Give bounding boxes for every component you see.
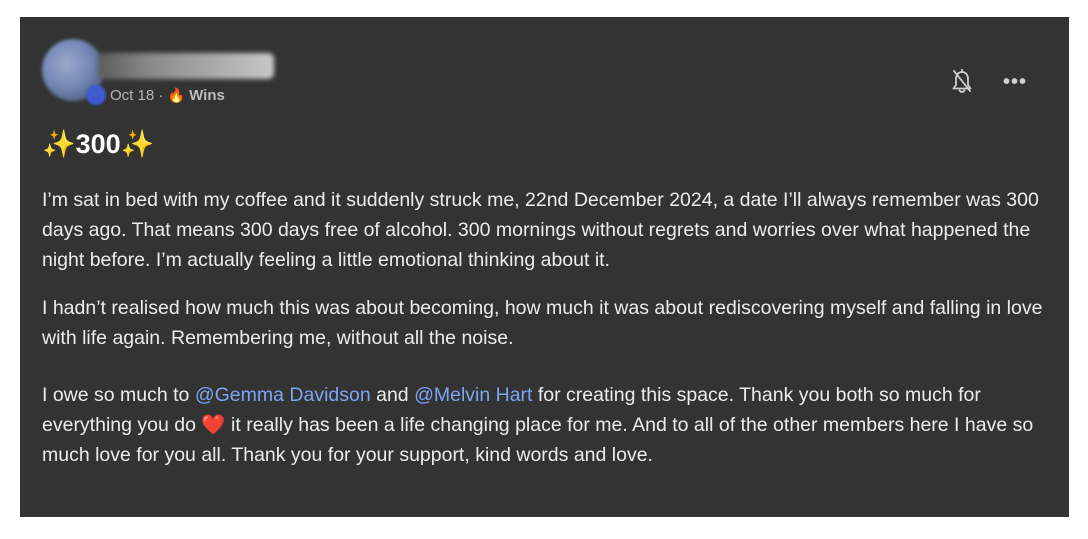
post-paragraph: I hadn’t realised how much this was abou… xyxy=(42,297,1043,349)
post-paragraph: I’m sat in bed with my coffee and it sud… xyxy=(42,189,1039,271)
more-options-icon[interactable]: ••• xyxy=(1003,72,1027,92)
header-actions: ••• xyxy=(951,69,1027,95)
post-category[interactable]: Wins xyxy=(189,87,225,104)
post-header: Oct 18 · 🔥 Wins ••• xyxy=(42,39,1047,109)
post-card: Oct 18 · 🔥 Wins ••• ✨300✨ I’m sat in bed… xyxy=(20,17,1069,517)
mention-link[interactable]: @Melvin Hart xyxy=(414,384,532,406)
heart-icon: ❤️ xyxy=(201,414,226,436)
paragraph-text: I owe so much to xyxy=(42,384,195,406)
post-body: I’m sat in bed with my coffee and it sud… xyxy=(42,185,1047,488)
post-date: Oct 18 xyxy=(110,87,155,104)
bell-off-icon[interactable] xyxy=(951,69,973,95)
meta-separator: · xyxy=(158,87,164,104)
paragraph-text: and xyxy=(370,384,415,406)
post-paragraph: I owe so much to @Gemma Davidson and @Me… xyxy=(42,380,1047,470)
avatar-badge xyxy=(86,85,106,105)
post-title: ✨300✨ xyxy=(42,129,155,159)
author-name-redacted[interactable] xyxy=(98,53,274,79)
mention-link[interactable]: @Gemma Davidson xyxy=(195,384,371,406)
post-meta: Oct 18 · 🔥 Wins xyxy=(110,87,225,104)
fire-icon: 🔥 xyxy=(167,87,185,103)
